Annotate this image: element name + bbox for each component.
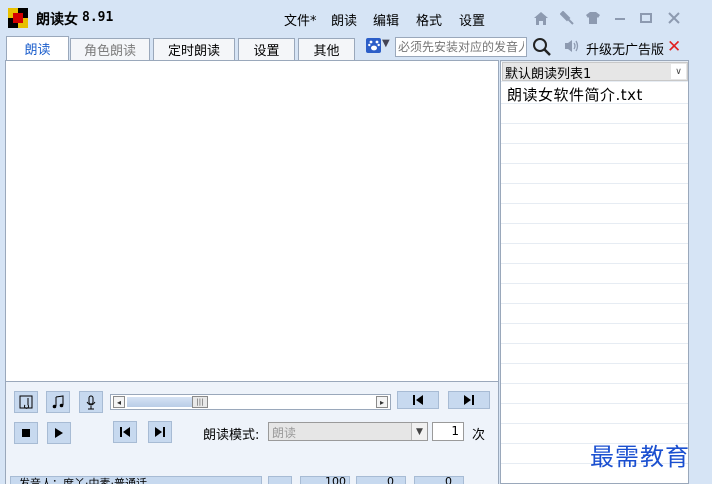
next-track-button[interactable] [448,391,490,409]
pin-icon[interactable] [557,8,577,28]
read-mode-value: 朗读 [272,426,297,440]
upgrade-link[interactable]: 升级无广告版 [586,39,664,58]
slider-left-arrow-icon[interactable]: ◂ [113,396,125,408]
title-bar: 朗读女 8.91 文件* 朗读 编辑 格式 设置 [0,0,712,36]
volume-value: 100 [325,475,346,484]
menu-read[interactable]: 朗读 [331,10,357,29]
close-ad-icon[interactable]: ✕ [667,37,681,57]
baidu-paw-icon[interactable] [366,38,381,53]
progress-slider[interactable]: ◂ ||| ▸ [110,394,391,410]
speaker-status-box[interactable]: 发音人：度丫·中素·普通话 [10,476,262,484]
watermark: 最需教育 [590,443,690,471]
speed-value: 0 [387,475,394,484]
music-note-icon[interactable] [46,391,70,413]
read-mode-label: 朗读模式: [203,428,260,443]
tab-settings[interactable]: 设置 [238,38,295,60]
pitch-value: 0 [445,475,452,484]
pitch-box[interactable]: 0 [414,475,464,484]
voice-input[interactable] [395,37,527,57]
menu-format[interactable]: 格式 [416,10,442,29]
chevron-down-icon[interactable]: ∨ [671,64,686,79]
maximize-icon[interactable] [636,8,656,28]
slider-fill [127,397,192,407]
text-editor[interactable] [5,60,499,382]
voice-dropdown-caret-icon[interactable]: ▼ [382,38,390,49]
app-title: 朗读女 [36,12,78,28]
menu-edit[interactable]: 编辑 [373,10,399,29]
speaker-status-text: 发音人：度丫·中素·普通话 [19,477,147,484]
shirt-icon[interactable] [583,8,603,28]
slider-right-arrow-icon[interactable]: ▸ [376,396,388,408]
read-mode-select[interactable]: 朗读 ▼ [268,422,428,441]
tab-other[interactable]: 其他 [298,38,355,60]
volume-box[interactable]: 100 [300,475,350,484]
app-version: 8.91 [82,10,114,25]
tab-role-read[interactable]: 角色朗读 [70,38,150,60]
chevron-down-icon[interactable]: ▼ [411,423,427,440]
search-icon[interactable] [532,37,552,57]
tab-timed-read[interactable]: 定时朗读 [153,38,235,60]
home-icon[interactable] [531,8,551,28]
speaker-icon [563,37,581,55]
stop-button[interactable] [14,422,38,444]
previous-button[interactable] [113,421,137,443]
close-icon[interactable] [664,8,684,28]
playlist-item[interactable]: 朗读女软件简介.txt [507,84,643,105]
play-button[interactable] [47,422,71,444]
repeat-count-input[interactable]: 1 [432,422,464,441]
repeat-unit-label: 次 [472,428,486,443]
mic-status-icon[interactable] [268,476,292,484]
app-window: 朗读女 8.91 文件* 朗读 编辑 格式 设置 朗读 角色朗读 定时朗读 设置… [0,0,712,484]
menu-settings[interactable]: 设置 [459,10,485,29]
app-logo-icon [8,8,28,28]
minimize-icon[interactable] [610,8,630,28]
menu-file[interactable]: 文件* [284,10,317,29]
prev-track-button[interactable] [397,391,439,409]
next-button[interactable] [148,421,172,443]
window-right-frame [689,60,712,484]
slider-thumb[interactable]: ||| [192,396,208,408]
playlist-select-value: 默认朗读列表1 [505,67,592,82]
speed-box[interactable]: 0 [356,475,406,484]
playlist-select[interactable]: 默认朗读列表1 ∨ [502,62,688,82]
tab-read[interactable]: 朗读 [6,36,69,60]
microphone-icon[interactable] [79,391,103,413]
open-file-icon[interactable] [14,391,38,413]
playlist-panel[interactable] [500,60,689,484]
